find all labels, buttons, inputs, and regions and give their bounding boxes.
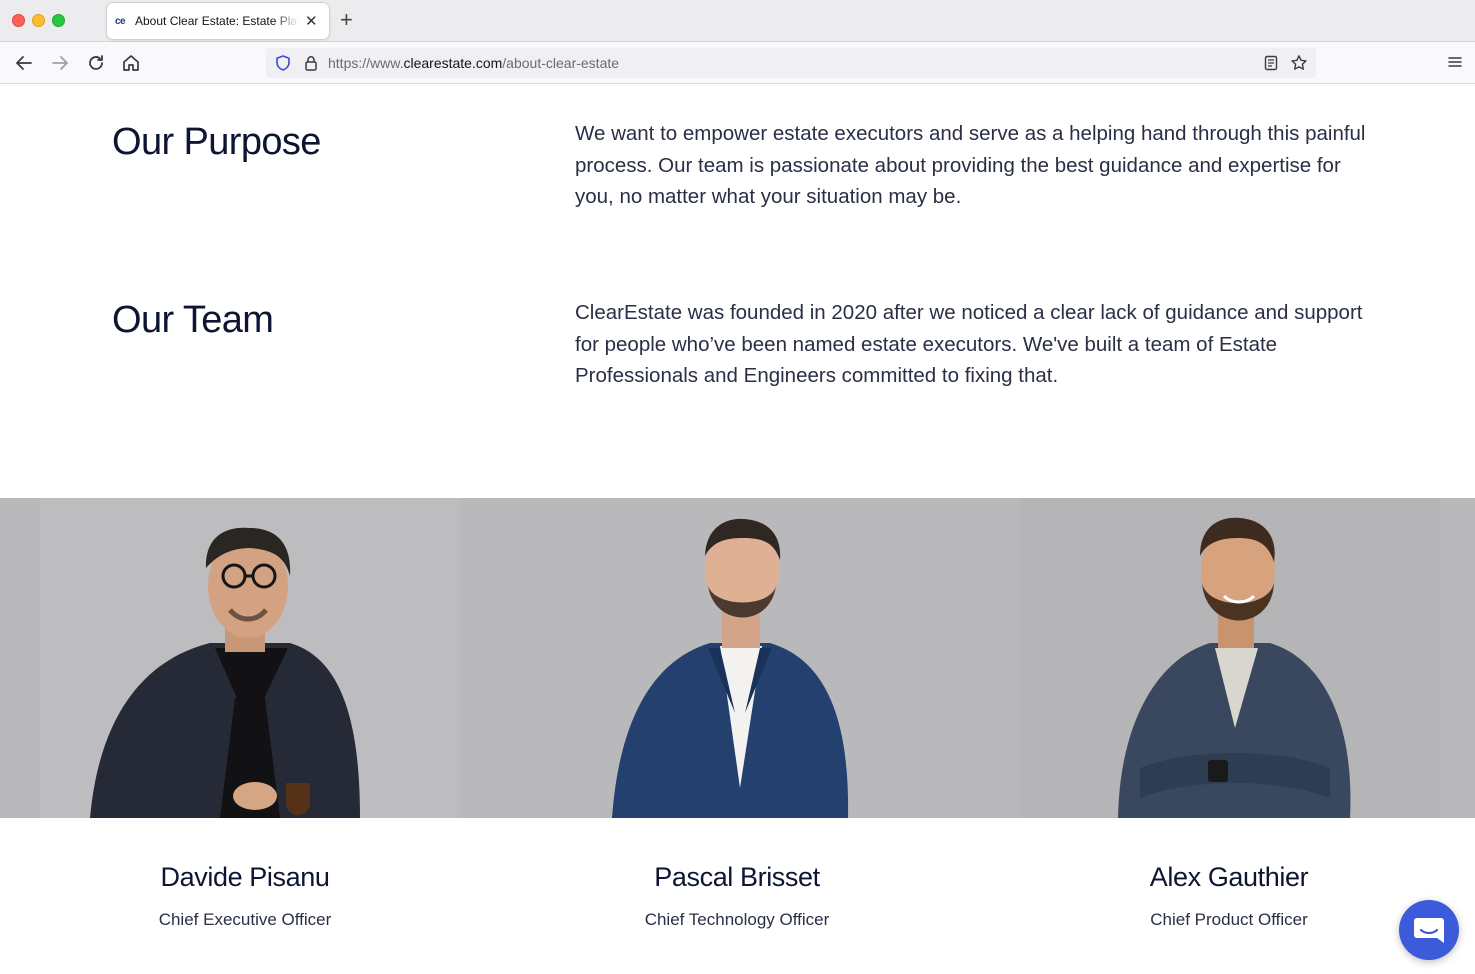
url-domain: clearestate.com xyxy=(403,55,503,71)
url-path: /about-clear-estate xyxy=(502,55,620,71)
tab-title: About Clear Estate: Estate Planning xyxy=(135,14,299,28)
member-name: Davide Pisanu xyxy=(160,862,330,892)
member-role: Chief Executive Officer xyxy=(158,910,332,929)
browser-nav-bar: https://www.clearestate.com/about-clear-… xyxy=(0,42,1475,84)
chat-icon xyxy=(1414,918,1444,943)
member-role: Chief Product Officer xyxy=(1150,910,1308,929)
back-icon[interactable] xyxy=(12,51,36,75)
member-name: Pascal Brisset xyxy=(654,862,820,892)
purpose-text: We want to empower estate executors and … xyxy=(575,122,1366,208)
page-content: Our Purpose We want to empower estate ex… xyxy=(0,85,1475,974)
reader-view-icon[interactable] xyxy=(1262,54,1280,72)
browser-tab-bar: ce About Clear Estate: Estate Planning ✕… xyxy=(0,0,1475,42)
shield-icon[interactable] xyxy=(274,54,292,72)
chat-widget-button[interactable] xyxy=(1399,900,1459,960)
reload-icon[interactable] xyxy=(84,51,108,75)
maximize-window-button[interactable] xyxy=(52,14,65,27)
bookmark-star-icon[interactable] xyxy=(1290,54,1308,72)
purpose-heading: Our Purpose xyxy=(112,121,321,163)
member-name: Alex Gauthier xyxy=(1149,862,1309,892)
portrait-alex-gauthier xyxy=(1020,498,1440,818)
url-prefix: https://www. xyxy=(328,55,404,71)
browser-tab-active[interactable]: ce About Clear Estate: Estate Planning ✕ xyxy=(107,3,329,39)
close-window-button[interactable] xyxy=(12,14,25,27)
tab-close-icon[interactable]: ✕ xyxy=(305,14,318,29)
hamburger-menu-icon[interactable] xyxy=(1447,54,1463,70)
favicon-icon: ce xyxy=(115,15,126,27)
home-icon[interactable] xyxy=(119,51,143,75)
url-text[interactable]: https://www.clearestate.com/about-clear-… xyxy=(328,55,619,71)
forward-icon[interactable] xyxy=(48,51,72,75)
lock-icon[interactable] xyxy=(302,54,320,72)
member-role: Chief Technology Officer xyxy=(644,910,830,929)
portrait-davide-pisanu xyxy=(40,498,460,818)
portrait-pascal-brisset xyxy=(530,498,950,818)
team-photo-band xyxy=(0,498,1475,818)
team-text: ClearEstate was founded in 2020 after we… xyxy=(575,301,1363,387)
new-tab-button[interactable]: + xyxy=(340,9,353,31)
minimize-window-button[interactable] xyxy=(32,14,45,27)
team-heading: Our Team xyxy=(112,299,274,341)
url-bar[interactable]: https://www.clearestate.com/about-clear-… xyxy=(266,48,1316,78)
